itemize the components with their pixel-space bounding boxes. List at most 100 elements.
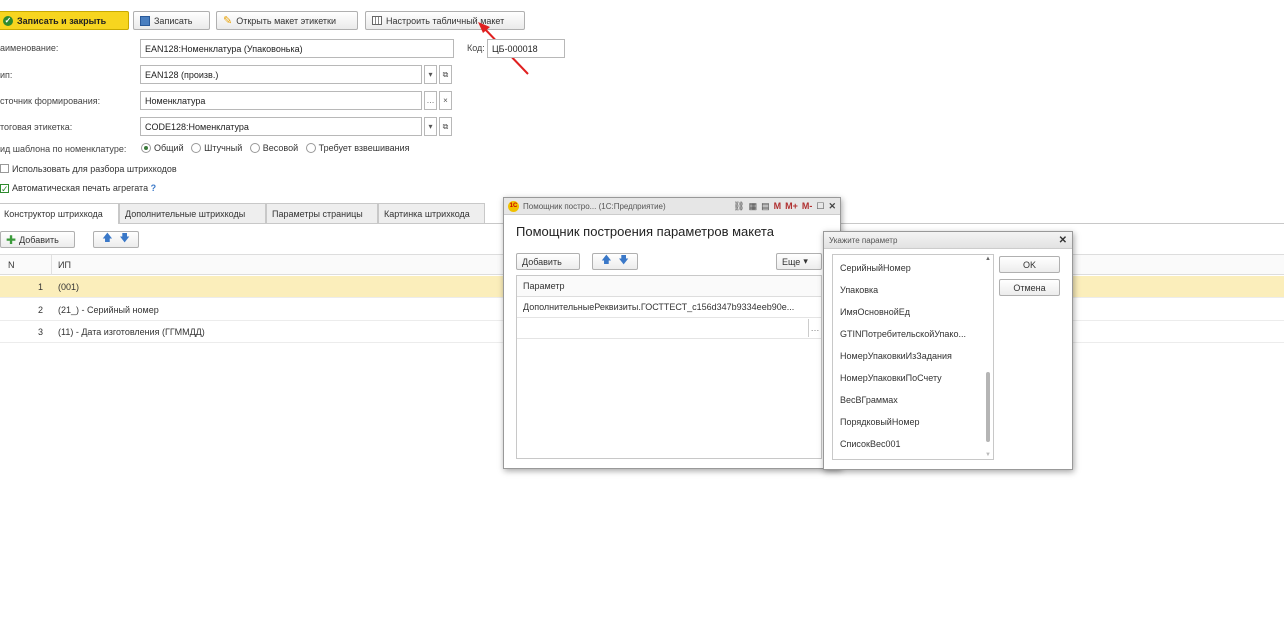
type-label: ип:	[0, 70, 13, 80]
auto-print-checkbox[interactable]: ✓ Автоматическая печать агрегата ?	[0, 183, 157, 194]
list-item[interactable]: ВесВГраммах	[840, 395, 898, 405]
calculator-icon[interactable]: ▦	[749, 201, 758, 212]
name-field[interactable]: EAN128:Номенклатура (Упаковонька)	[140, 39, 454, 58]
ok-button[interactable]: OK	[999, 256, 1060, 273]
final-label-label: тоговая этикетка:	[0, 122, 73, 132]
radio-weight[interactable]: Весовой	[249, 143, 298, 153]
link-icon[interactable]: ⛓	[733, 201, 744, 212]
type-open-button[interactable]: ⧉	[439, 65, 452, 84]
close-icon[interactable]: ✕	[828, 201, 836, 212]
list-item[interactable]: Упаковка	[840, 285, 878, 295]
1c-logo-icon: 1С	[508, 200, 519, 212]
chevron-down-icon: ▾	[428, 70, 433, 79]
list-item[interactable]: СписокВес001	[840, 439, 900, 449]
memory-plus-button[interactable]: M+	[785, 201, 798, 211]
scroll-down-icon[interactable]: ▼	[984, 452, 992, 458]
use-for-parsing-checkbox[interactable]: Использовать для разбора штрихкодов	[0, 164, 177, 174]
tab-additional-barcodes[interactable]: Дополнительные штрихкоды	[119, 203, 266, 223]
list-item[interactable]: ИмяОсновнойЕд	[840, 307, 910, 317]
list-item[interactable]: НомерУпаковкиИзЗадания	[840, 351, 952, 361]
name-label: аименование:	[0, 43, 59, 53]
assistant-dialog: 1С Помощник постро... (1С:Предприятие) ⛓…	[503, 197, 841, 469]
close-icon[interactable]: ✕	[1059, 235, 1067, 246]
list-item[interactable]: ПорядковыйНомер	[840, 417, 920, 427]
assistant-more-button[interactable]: Еще ▾	[776, 253, 822, 270]
move-down-icon[interactable]: 🡇	[619, 253, 629, 270]
select-parameter-titlebar[interactable]: Укажите параметр ✕	[824, 232, 1072, 249]
row-number: 1	[37, 282, 43, 292]
parameter-list-scrollbar[interactable]: ▲ ▼	[984, 256, 992, 458]
source-field[interactable]: Номенклатура	[140, 91, 422, 110]
assistant-heading: Помощник построения параметров макета	[516, 224, 774, 239]
chevron-down-icon: ▾	[428, 122, 433, 131]
memory-minus-button[interactable]: M-	[802, 201, 813, 211]
type-dropdown-button[interactable]: ▾	[424, 65, 437, 84]
assistant-dialog-titlebar[interactable]: 1С Помощник постро... (1С:Предприятие) ⛓…	[504, 198, 840, 215]
radio-piece[interactable]: Штучный	[191, 143, 242, 153]
floppy-disk-icon	[140, 15, 150, 26]
chevron-down-icon: ▾	[803, 256, 808, 266]
open-window-icon: ⧉	[442, 121, 449, 131]
move-down-icon[interactable]: 🡇	[120, 231, 130, 248]
maximize-icon[interactable]: ☐	[816, 201, 824, 212]
column-header-ip[interactable]: ИП	[58, 260, 71, 270]
pencil-icon: ✎	[223, 14, 233, 27]
template-kind-label: ид шаблона по номенклатуре:	[0, 144, 127, 154]
source-label: сточник формирования:	[0, 96, 101, 106]
cancel-button[interactable]: Отмена	[999, 279, 1060, 296]
assistant-column-header[interactable]: Параметр	[517, 276, 821, 297]
assistant-window-title: Помощник постро... (1С:Предприятие)	[523, 201, 666, 211]
source-select-button[interactable]: …	[424, 91, 437, 110]
row-ip: (21_) - Серийный номер	[58, 305, 159, 315]
row-number: 2	[37, 305, 43, 315]
save-label: Записать	[154, 15, 193, 26]
move-up-icon[interactable]: 🡅	[601, 253, 611, 270]
open-window-icon: ⧉	[442, 69, 449, 79]
tab-page-parameters[interactable]: Параметры страницы	[266, 203, 378, 223]
add-row-button[interactable]: ✚ Добавить	[0, 231, 75, 248]
list-item[interactable]: GTINПотребительскойУпако...	[840, 329, 980, 339]
final-label-open-button[interactable]: ⧉	[439, 117, 452, 136]
radio-requires-weighing[interactable]: Требует взвешивания	[305, 143, 410, 153]
type-field[interactable]: EAN128 (произв.)	[140, 65, 422, 84]
open-label-layout-button[interactable]: ✎ Открыть макет этикетки	[216, 11, 358, 30]
clear-icon: ×	[443, 96, 448, 105]
ellipsis-icon[interactable]: …	[808, 319, 821, 337]
save-button[interactable]: Записать	[133, 11, 210, 30]
scrollbar-thumb[interactable]	[986, 372, 990, 442]
assistant-table: Параметр ДополнительныеРеквизиты.ГОСТТЕС…	[516, 275, 822, 459]
table-layout-icon	[372, 16, 382, 25]
scroll-up-icon[interactable]: ▲	[984, 256, 992, 262]
column-divider	[51, 255, 52, 275]
assistant-add-label: Добавить	[522, 256, 562, 267]
select-parameter-title: Укажите параметр	[829, 235, 898, 245]
source-clear-button[interactable]: ×	[439, 91, 452, 110]
assistant-table-edit-row[interactable]: …	[517, 318, 821, 339]
assistant-move-buttons: 🡅 🡇	[592, 253, 638, 270]
auto-print-label: Автоматическая печать агрегата	[12, 183, 149, 193]
code-label: Код:	[467, 43, 485, 53]
tab-barcode-constructor[interactable]: Конструктор штрихкода	[0, 203, 119, 224]
checkmark-icon: ✓	[0, 184, 9, 194]
assistant-table-row[interactable]: ДополнительныеРеквизиты.ГОСТТЕСТ_c156d34…	[517, 297, 821, 318]
column-header-n[interactable]: N	[8, 260, 15, 270]
ellipsis-icon: …	[426, 96, 435, 105]
radio-general[interactable]: Общий	[141, 143, 184, 153]
template-kind-radio-group: Общий Штучный Весовой Требует взвешивани…	[141, 143, 410, 153]
cancel-label: Отмена	[1013, 282, 1046, 293]
save-and-close-button[interactable]: ✓ Записать и закрыть	[0, 11, 129, 30]
tab-barcode-picture[interactable]: Картинка штрихкода	[378, 203, 485, 223]
list-item[interactable]: СерийныйНомер	[840, 263, 911, 273]
memory-m-button[interactable]: M	[774, 201, 782, 211]
calendar-icon[interactable]: ▤	[761, 201, 770, 212]
list-item[interactable]: НомерУпаковкиПоСчету	[840, 373, 942, 383]
ok-label: OK	[1022, 259, 1036, 270]
save-and-close-label: Записать и закрыть	[17, 15, 107, 26]
final-label-dropdown-button[interactable]: ▾	[424, 117, 437, 136]
move-up-icon[interactable]: 🡅	[102, 231, 112, 248]
final-label-field[interactable]: CODE128:Номенклатура	[140, 117, 422, 136]
code-field[interactable]: ЦБ-000018	[487, 39, 565, 58]
help-icon[interactable]: ?	[151, 183, 157, 193]
assistant-more-label: Еще	[782, 256, 801, 267]
assistant-add-button[interactable]: Добавить	[516, 253, 580, 270]
